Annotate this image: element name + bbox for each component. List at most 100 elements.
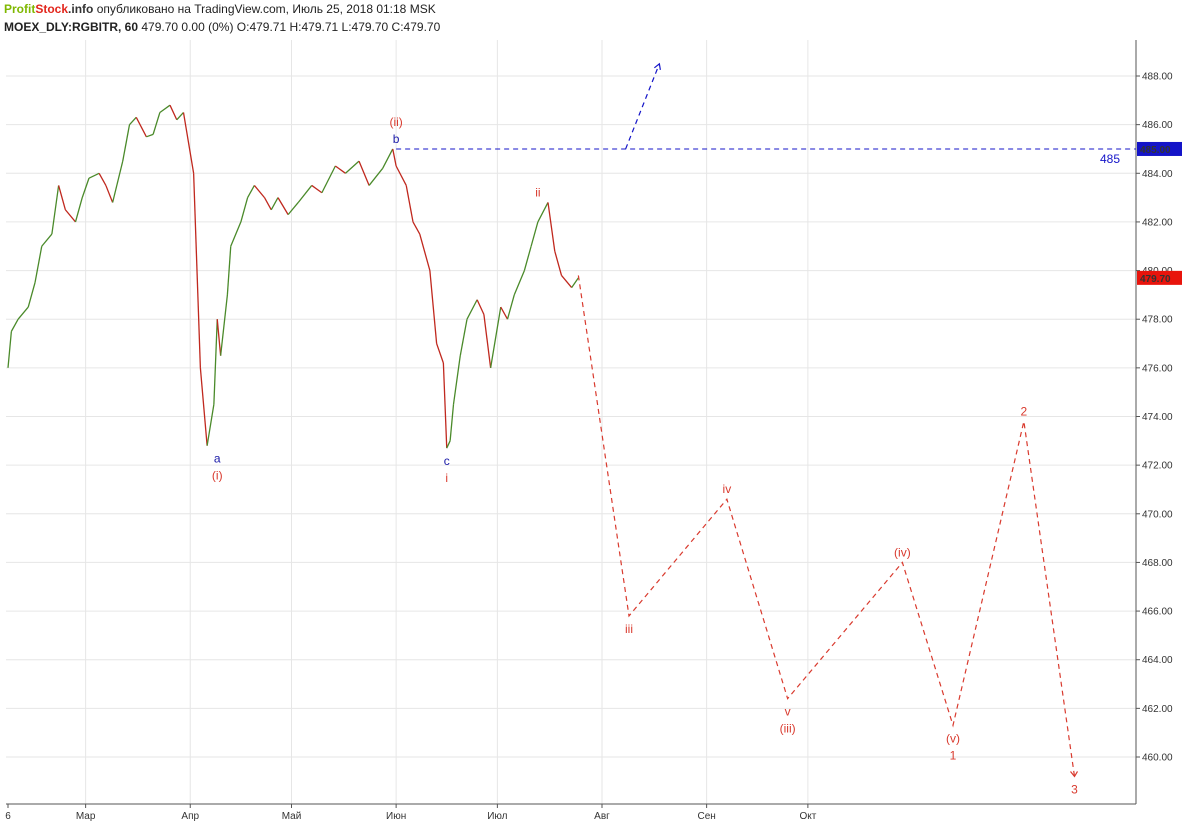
- price-segment: [395, 165, 407, 186]
- projection-blue-arrowhead: [654, 62, 661, 70]
- price-segment: [382, 148, 394, 169]
- price-segment: [466, 299, 478, 320]
- price-segment: [169, 104, 178, 121]
- price-segment: [17, 306, 29, 320]
- price-segment: [368, 168, 384, 186]
- price-segment: [442, 362, 448, 449]
- price-segment: [506, 294, 515, 320]
- wave-label: (i): [212, 469, 223, 483]
- price-segment: [500, 306, 509, 320]
- price-chart[interactable]: 460.00 462.00 464.00 466.00 468.00 470.00 472.…: [0, 0, 1183, 831]
- price-segment: [199, 367, 208, 446]
- wave-label: v: [785, 705, 791, 719]
- wave-label: 1: [950, 748, 957, 762]
- price-segment: [523, 246, 532, 271]
- x-tick-label: Окт: [799, 811, 816, 822]
- price-segment: [561, 275, 573, 289]
- price-segment: [27, 282, 36, 308]
- wave-label: ii: [535, 185, 540, 199]
- level-caption-485: 485: [1100, 152, 1120, 166]
- wave-label: b: [393, 132, 400, 146]
- price-segment: [452, 355, 461, 405]
- price-segment: [436, 343, 444, 364]
- price-segment: [34, 246, 43, 283]
- price-segment: [122, 124, 131, 162]
- wave-label: 3: [1071, 782, 1078, 796]
- price-segment: [129, 116, 137, 126]
- price-segment: [105, 185, 114, 203]
- y-tick-label: 474.00: [1142, 412, 1173, 423]
- price-segment: [311, 184, 323, 194]
- price-segment: [429, 270, 438, 344]
- x-tick-label: Сен: [697, 811, 715, 822]
- price-segment: [111, 160, 124, 203]
- price-segment: [345, 160, 360, 174]
- price-segment: [88, 172, 100, 179]
- y-tick-label: 460.00: [1142, 753, 1173, 764]
- price-segment: [135, 117, 147, 138]
- price-segment: [392, 148, 397, 167]
- wave-label: c: [444, 454, 450, 468]
- price-segment: [253, 185, 265, 199]
- price-segment: [240, 197, 249, 223]
- price-segment: [513, 270, 525, 296]
- price-segment: [247, 185, 255, 198]
- price-segment: [554, 250, 563, 276]
- y-tick-label: 488.00: [1142, 72, 1173, 83]
- wave-label: iii: [625, 622, 633, 636]
- price-segment: [547, 202, 556, 252]
- last-price-tag-label: 479.70: [1140, 274, 1171, 285]
- price-segment: [530, 221, 539, 247]
- price-segment: [206, 404, 215, 446]
- y-tick-label: 478.00: [1142, 315, 1173, 326]
- price-segment: [419, 233, 431, 271]
- wave-label: 2: [1021, 404, 1028, 418]
- price-segment: [270, 197, 279, 211]
- price-segment: [152, 112, 161, 135]
- projection-blue-line: [625, 63, 660, 150]
- price-segment: [176, 112, 184, 121]
- y-tick-label: 466.00: [1142, 607, 1173, 618]
- price-segment: [213, 319, 218, 405]
- price-segment: [483, 314, 492, 368]
- y-tick-label: 486.00: [1142, 120, 1173, 131]
- price-segment: [57, 185, 67, 210]
- wave-label: a: [214, 452, 221, 466]
- price-segment: [449, 404, 455, 441]
- price-segment: [263, 197, 272, 211]
- price-segment: [7, 331, 13, 368]
- price-segment: [321, 165, 336, 194]
- price-segment: [287, 202, 299, 216]
- x-tick-label: Апр: [181, 811, 199, 822]
- price-segment: [405, 185, 414, 223]
- y-tick-label: 462.00: [1142, 704, 1173, 715]
- y-tick-label: 482.00: [1142, 217, 1173, 228]
- price-segment: [182, 112, 195, 174]
- x-tick-label: Авг: [594, 811, 610, 822]
- price-segment: [489, 306, 502, 368]
- price-segment: [334, 165, 346, 174]
- wave-label: (iii): [780, 722, 796, 736]
- price-segment: [412, 221, 421, 235]
- wave-label: (ii): [389, 115, 402, 129]
- wave-label: (iv): [894, 545, 911, 559]
- price-segment: [216, 319, 222, 356]
- price-segment: [277, 197, 289, 215]
- level-tag-label: 485.00: [1140, 145, 1171, 156]
- x-tick-label: Июл: [487, 811, 507, 822]
- price-segment: [64, 209, 76, 223]
- price-segment: [537, 202, 549, 223]
- y-tick-label: 464.00: [1142, 655, 1173, 666]
- price-segment: [446, 440, 451, 449]
- wave-label: iv: [723, 482, 732, 496]
- price-segment: [571, 277, 579, 288]
- projection-red-line: [577, 275, 1076, 777]
- y-tick-label: 472.00: [1142, 461, 1173, 472]
- y-tick-label: 484.00: [1142, 169, 1173, 180]
- price-segment: [459, 319, 468, 356]
- price-segment: [146, 133, 154, 138]
- y-tick-label: 468.00: [1142, 558, 1173, 569]
- price-segment: [98, 172, 107, 186]
- y-tick-label: 470.00: [1142, 509, 1173, 520]
- wave-label: (v): [946, 731, 960, 745]
